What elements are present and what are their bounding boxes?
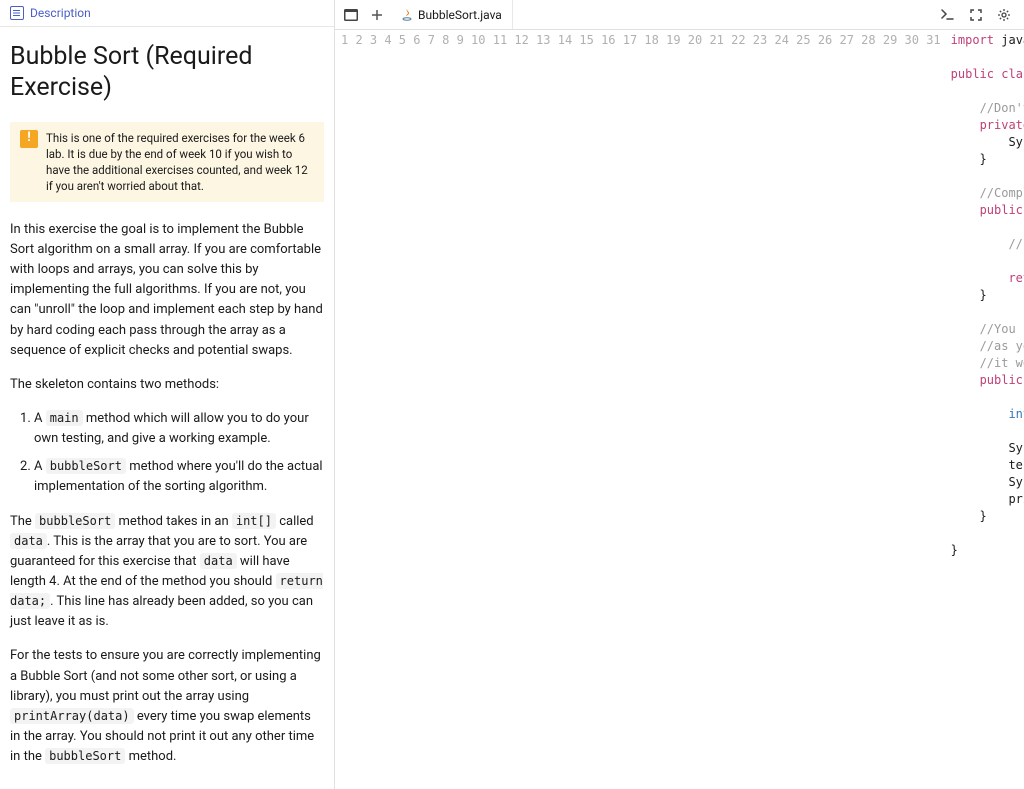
code-bubblesort: bubbleSort xyxy=(46,458,126,474)
description-content: Bubble Sort (Required Exercise) ! This i… xyxy=(0,27,334,789)
editor-toolbar-right xyxy=(936,3,1020,27)
file-tab-label: BubbleSort.java xyxy=(418,8,502,22)
alert-text: This is one of the required exercises fo… xyxy=(46,130,314,194)
description-panel: Description Bubble Sort (Required Exerci… xyxy=(0,0,335,789)
alert-box: ! This is one of the required exercises … xyxy=(10,122,324,202)
list-item: A bubbleSort method where you'll do the … xyxy=(34,457,324,497)
exercise-title: Bubble Sort (Required Exercise) xyxy=(10,41,324,104)
gear-icon[interactable] xyxy=(992,3,1016,27)
warning-icon: ! xyxy=(20,130,38,148)
description-header: Description xyxy=(0,0,334,27)
java-file-icon xyxy=(401,8,413,22)
code-main: main xyxy=(46,410,83,426)
paragraph-2: The skeleton contains two methods: xyxy=(10,375,324,395)
expand-icon[interactable] xyxy=(964,3,988,27)
paragraph-4: For the tests to ensure you are correctl… xyxy=(10,646,324,767)
line-numbers-gutter: 1 2 3 4 5 6 7 8 9 10 11 12 13 14 15 16 1… xyxy=(335,30,951,789)
description-icon xyxy=(10,6,24,20)
editor-panel: BubbleSort.java 1 2 3 4 5 6 7 8 9 10 11 … xyxy=(335,0,1024,789)
code-editor[interactable]: 1 2 3 4 5 6 7 8 9 10 11 12 13 14 15 16 1… xyxy=(335,30,1024,789)
terminal-icon[interactable] xyxy=(339,3,363,27)
editor-tabs-bar: BubbleSort.java xyxy=(335,0,1024,30)
code-content[interactable]: import java.util.Arrays; public class Bu… xyxy=(951,30,1024,789)
paragraph-3: The bubbleSort method takes in an int[] … xyxy=(10,512,324,633)
skeleton-list: A main method which will allow you to do… xyxy=(10,409,324,498)
description-header-label: Description xyxy=(30,6,91,20)
console-icon[interactable] xyxy=(936,3,960,27)
add-tab-icon[interactable] xyxy=(365,3,389,27)
list-item: A main method which will allow you to do… xyxy=(34,409,324,449)
file-tab-bubblesort[interactable]: BubbleSort.java xyxy=(391,0,513,29)
paragraph-1: In this exercise the goal is to implemen… xyxy=(10,220,324,361)
